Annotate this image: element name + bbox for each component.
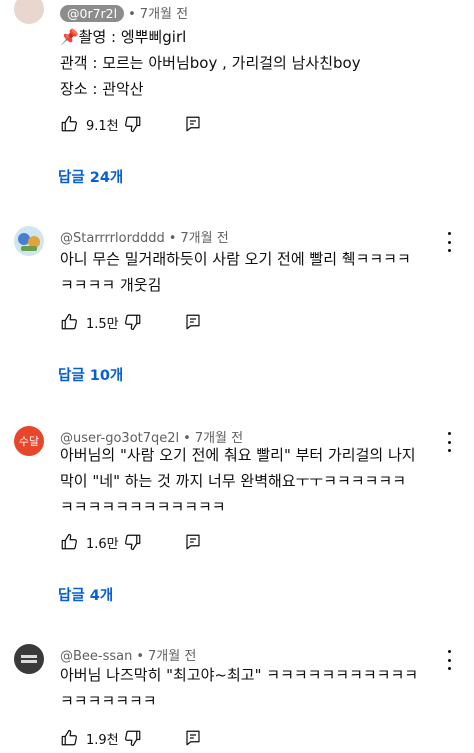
comment-text: 📌촬영 : 엥뿌삐girl 관객 : 모르는 아버님boy , 가리걸의 남사친… bbox=[60, 24, 445, 102]
avatar[interactable] bbox=[14, 226, 44, 256]
thumbs-down-icon[interactable] bbox=[124, 533, 142, 551]
comment-line: 장소 : 관악산 bbox=[60, 80, 144, 98]
separator-dot: • bbox=[128, 7, 136, 22]
more-options-icon[interactable] bbox=[446, 232, 452, 252]
view-replies-button[interactable]: 답글 4개 bbox=[58, 584, 113, 605]
comment-line: ㅋㅋㅋㅋ 개웃김 bbox=[60, 276, 162, 294]
thumbs-up-icon[interactable] bbox=[60, 729, 78, 747]
comment-actions: 1.6만 bbox=[60, 530, 202, 554]
thumbs-down-icon[interactable] bbox=[124, 313, 142, 331]
like-count: 1.6만 bbox=[86, 536, 119, 552]
comment-text: 아니 무슨 밀거래하듯이 사람 오기 전에 빨리 췍ㅋㅋㅋㅋ ㅋㅋㅋㅋ 개웃김 bbox=[60, 246, 445, 298]
thumbs-up-icon[interactable] bbox=[60, 115, 78, 133]
comment-line: ㅋㅋㅋㅋㅋㅋㅋ bbox=[60, 692, 157, 710]
avatar[interactable]: 수달 bbox=[14, 426, 44, 456]
comment-text: 아버님의 "사람 오기 전에 춰요 빨리" 부터 가리걸의 나지 막이 "네" … bbox=[60, 442, 445, 520]
comment-line: ㅋㅋㅋㅋㅋㅋㅋㅋㅋㅋㅋㅋ bbox=[60, 498, 226, 516]
comment-line: 관객 : 모르는 아버님boy , 가리걸의 남사친boy bbox=[60, 54, 361, 72]
avatar-initials: 수달 bbox=[18, 435, 40, 448]
comment-header: @0r7r2l • 7개월 전 bbox=[60, 3, 188, 22]
comment-actions: 1.5만 bbox=[60, 310, 202, 334]
view-replies-button[interactable]: 답글 24개 bbox=[58, 166, 123, 187]
thumbs-up-icon[interactable] bbox=[60, 313, 78, 331]
comment-line: 아버님의 "사람 오기 전에 춰요 빨리" 부터 가리걸의 나지 bbox=[60, 446, 416, 464]
avatar[interactable] bbox=[14, 644, 44, 674]
comment-line: 막이 "네" 하는 것 까지 너무 완벽해요ㅜㅜㅋㅋㅋㅋㅋㅋ bbox=[60, 472, 407, 490]
comment-actions: 1.9천 bbox=[60, 726, 202, 750]
more-options-icon[interactable] bbox=[446, 650, 452, 670]
author-handle[interactable]: @0r7r2l bbox=[60, 5, 125, 22]
more-options-icon[interactable] bbox=[446, 432, 452, 452]
avatar[interactable] bbox=[14, 0, 44, 24]
reply-icon[interactable] bbox=[184, 115, 202, 133]
comment-line: 📌촬영 : 엥뿌삐girl bbox=[60, 28, 187, 46]
view-replies-button[interactable]: 답글 10개 bbox=[58, 364, 123, 385]
thumbs-down-icon[interactable] bbox=[124, 115, 142, 133]
reply-icon[interactable] bbox=[184, 533, 202, 551]
reply-icon[interactable] bbox=[184, 729, 202, 747]
avatar-sticker-icon bbox=[18, 233, 40, 251]
comment-actions: 9.1천 bbox=[60, 112, 202, 136]
comment-header: @Starrrrlordddd • 7개월 전 bbox=[60, 227, 229, 246]
author-handle[interactable]: @Starrrrlordddd bbox=[60, 231, 165, 246]
avatar-logo-icon bbox=[21, 655, 37, 663]
like-count: 1.9천 bbox=[86, 732, 119, 748]
separator-dot: • bbox=[168, 231, 177, 246]
comment-text: 아버님 나즈막히 "최고야~최고" ㅋㅋㅋㅋㅋㅋㅋㅋㅋㅋㅋ ㅋㅋㅋㅋㅋㅋㅋ bbox=[60, 662, 445, 714]
comment-line: 아니 무슨 밀거래하듯이 사람 오기 전에 빨리 췍ㅋㅋㅋㅋ bbox=[60, 250, 411, 268]
timestamp[interactable]: 7개월 전 bbox=[140, 7, 188, 22]
reply-icon[interactable] bbox=[184, 313, 202, 331]
like-count: 1.5만 bbox=[86, 316, 119, 332]
like-count: 9.1천 bbox=[86, 118, 119, 134]
thumbs-down-icon[interactable] bbox=[124, 729, 142, 747]
timestamp[interactable]: 7개월 전 bbox=[180, 231, 228, 246]
comment-line: 아버님 나즈막히 "최고야~최고" ㅋㅋㅋㅋㅋㅋㅋㅋㅋㅋㅋ bbox=[60, 666, 419, 684]
thumbs-up-icon[interactable] bbox=[60, 533, 78, 551]
